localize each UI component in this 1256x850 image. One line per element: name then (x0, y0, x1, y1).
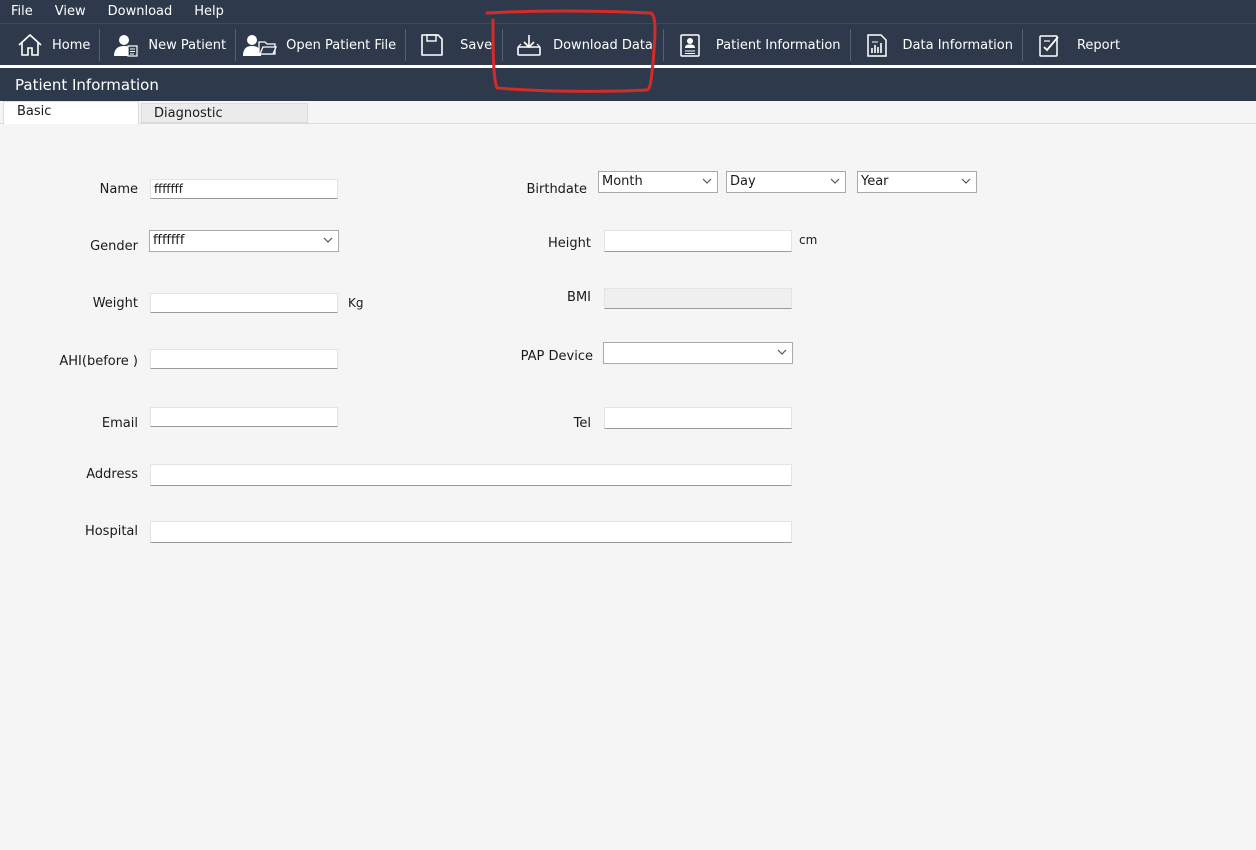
menu-view[interactable]: View (44, 0, 97, 23)
birth-month-select[interactable]: Month (598, 171, 718, 193)
chevron-down-icon (961, 178, 971, 184)
open-patient-file-icon (242, 31, 278, 59)
tab-bar: Basic Information Diagnostic Information (0, 101, 1256, 141)
address-label: Address (86, 467, 138, 482)
height-unit: cm (799, 233, 818, 247)
pap-device-select[interactable] (603, 342, 793, 364)
data-information-button[interactable]: Data Information (851, 24, 1022, 66)
pap-device-label: PAP Device (520, 349, 593, 364)
gender-label: Gender (90, 239, 138, 254)
open-patient-file-button[interactable]: Open Patient File (236, 24, 405, 66)
name-label: Name (99, 182, 138, 197)
menu-download[interactable]: Download (97, 0, 184, 23)
chevron-down-icon (777, 349, 787, 355)
new-patient-button-label: New Patient (148, 37, 227, 53)
tel-label: Tel (573, 416, 591, 431)
menu-help[interactable]: Help (183, 0, 235, 23)
ahi-before-label: AHI(before ) (59, 354, 138, 369)
height-label: Height (548, 236, 591, 251)
birth-year-value: Year (861, 174, 889, 189)
report-icon (1035, 31, 1063, 59)
open-patient-file-button-label: Open Patient File (286, 37, 397, 53)
patient-information-button-label: Patient Information (715, 37, 841, 53)
birth-day-select[interactable]: Day (726, 171, 846, 193)
save-icon (418, 31, 446, 59)
download-data-button-label: Download Data (553, 37, 653, 53)
app-window: File View Download Help Home New Patient… (0, 0, 1256, 850)
new-patient-button[interactable]: New Patient (100, 24, 235, 66)
birth-day-value: Day (730, 174, 756, 189)
menu-file[interactable]: File (0, 0, 44, 23)
birth-month-value: Month (602, 174, 643, 189)
name-input[interactable]: fffffff (150, 179, 338, 199)
data-information-button-label: Data Information (902, 37, 1013, 53)
tel-input[interactable] (604, 407, 792, 429)
gender-select[interactable]: fffffff (149, 230, 339, 252)
hospital-input[interactable] (150, 521, 792, 543)
home-button-label: Home (52, 37, 91, 53)
tab-basic-information[interactable]: Basic Information (3, 101, 139, 139)
weight-input[interactable] (150, 293, 338, 313)
patient-information-icon (676, 31, 704, 59)
email-label: Email (101, 416, 138, 431)
address-input[interactable] (150, 464, 792, 486)
patient-form: Name fffffff Gender fffffff Weight Kg AH… (0, 124, 1256, 850)
section-header: Patient Information (0, 68, 1256, 101)
birthdate-label: Birthdate (526, 182, 587, 197)
chevron-down-icon (323, 237, 333, 243)
save-button[interactable]: Save (406, 24, 502, 66)
menu-bar: File View Download Help (0, 0, 1256, 23)
download-data-button[interactable]: Download Data (503, 24, 663, 66)
toolbar: Home New Patient Open Patient File Save (0, 23, 1256, 66)
home-icon (16, 31, 44, 59)
data-information-icon (863, 31, 891, 59)
page-title: Patient Information (15, 76, 159, 94)
gender-select-value: fffffff (153, 233, 185, 248)
birth-year-select[interactable]: Year (857, 171, 977, 193)
save-button-label: Save (460, 37, 493, 53)
new-patient-icon (112, 31, 140, 59)
patient-information-button[interactable]: Patient Information (664, 24, 850, 66)
report-button-label: Report (1076, 37, 1121, 53)
hospital-label: Hospital (84, 524, 138, 539)
bmi-label: BMI (567, 290, 591, 305)
chevron-down-icon (702, 178, 712, 184)
bmi-field (604, 288, 792, 309)
ahi-before-input[interactable] (150, 349, 338, 369)
tab-diagnostic-information[interactable]: Diagnostic Information (141, 103, 308, 141)
email-input[interactable] (150, 407, 338, 427)
weight-label: Weight (92, 296, 138, 311)
home-button[interactable]: Home (0, 24, 99, 66)
height-input[interactable] (604, 230, 792, 252)
chevron-down-icon (830, 178, 840, 184)
report-button[interactable]: Report (1023, 24, 1129, 66)
weight-unit: Kg (348, 296, 364, 310)
download-icon (515, 31, 543, 59)
